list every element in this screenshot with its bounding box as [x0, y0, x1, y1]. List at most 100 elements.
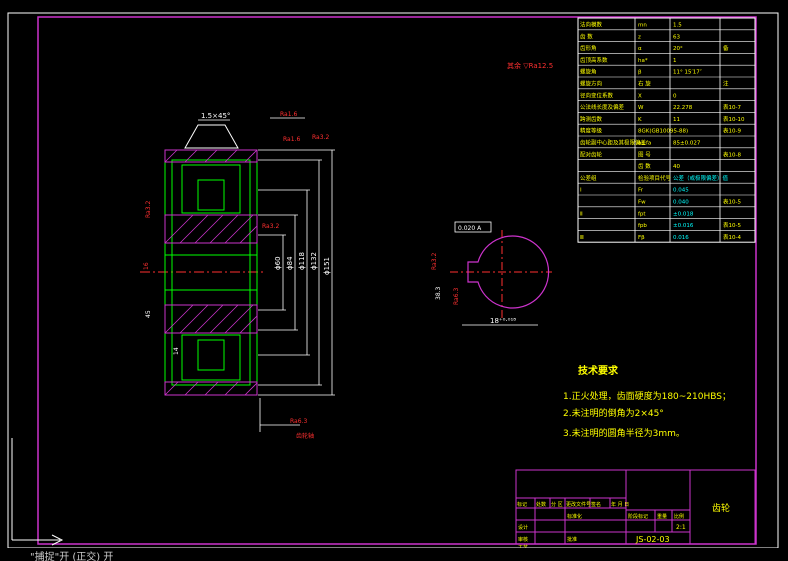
param-note-2: 表10-7	[723, 103, 741, 111]
param-cell-1-2: 63	[673, 34, 680, 40]
tb-label-std: 标准化	[567, 513, 582, 520]
dim-phi84: ϕ84	[286, 256, 294, 270]
hub-ra1: Ra3.2	[431, 253, 438, 270]
param-cell-14-0: Ⅰ	[580, 188, 582, 194]
tb-label-review: 审核	[518, 536, 528, 543]
roughness-bottom: Ra6.3	[290, 418, 307, 425]
roughness-top-left: Ra1.6	[283, 136, 300, 143]
param-cell-14-2: 0.045	[673, 188, 689, 194]
roughness-top: Ra1.6	[280, 111, 297, 118]
param-cell-6-2: 0	[673, 93, 677, 99]
param-cell-7-2: 22.278	[673, 105, 693, 111]
param-cell-9-1: 8GK(GB10095-88)	[638, 129, 688, 135]
gear-section-view: ϕ60 ϕ84 ϕ118 ϕ132 ϕ151 1.5×45° Ra1.6 Ra1…	[140, 111, 335, 440]
param-note-6: 表10-5	[723, 198, 741, 206]
dim-phi132: ϕ132	[310, 252, 318, 270]
ref-bottom-label: 齿轮轴	[296, 432, 314, 440]
param-cell-0-0: 法向模数	[580, 21, 603, 29]
tb-label-scale: 比例	[674, 513, 684, 520]
param-note-0: 备	[723, 44, 729, 52]
tech-req-item-2: 2.未注明的倒角为2×45°	[563, 407, 664, 419]
cad-viewport[interactable]: ϕ60 ϕ84 ϕ118 ϕ132 ϕ151 1.5×45° Ra1.6 Ra1…	[0, 0, 788, 561]
param-cell-0-2: 1.5	[673, 23, 682, 29]
param-note-7: 表10-5	[723, 221, 741, 229]
tolerance-frame-text: 0.020 A	[458, 225, 482, 232]
roughness-left: Ra3.2	[145, 201, 152, 218]
dim-left-14: 14	[173, 347, 180, 355]
chamfer-label: 1.5×45°	[201, 112, 230, 120]
param-cell-3-2: 1	[673, 58, 677, 64]
drawing-canvas: ϕ60 ϕ84 ϕ118 ϕ132 ϕ151 1.5×45° Ra1.6 Ra1…	[7, 12, 779, 551]
param-cell-13-2: 公差（或极限偏差）值	[673, 174, 729, 182]
tech-req-item-3: 3.未注明的圆角半径为3mm。	[563, 427, 685, 439]
param-note-4: 表10-9	[723, 127, 741, 135]
tb-header-2: 分 区	[551, 501, 563, 508]
param-cell-10-0: 齿轮副中心距及其极限偏差	[580, 139, 647, 147]
dim-phi60: ϕ60	[274, 256, 282, 270]
dim-left-small: 16	[143, 262, 150, 270]
param-cell-6-1: X	[638, 93, 642, 99]
tb-label-approve: 批准	[567, 536, 577, 543]
dim-left-45: 45	[145, 310, 152, 318]
param-cell-15-1: Fw	[638, 200, 646, 206]
param-note-1: 注	[723, 80, 729, 88]
param-cell-16-1: fpt	[638, 211, 646, 217]
sheet-outer-border	[7, 12, 779, 549]
param-cell-1-0: 齿 数	[580, 32, 593, 40]
hub-dim-key: 38.3	[435, 286, 442, 300]
param-cell-10-1: a±fa	[638, 141, 651, 147]
param-cell-12-2: 40	[673, 164, 680, 170]
param-cell-13-1: 检验项目代号	[638, 174, 672, 182]
dim-phi118: ϕ118	[298, 252, 306, 270]
command-line[interactable]: X "捕捉"开 (正交) 开	[0, 548, 788, 561]
param-cell-4-1: β	[638, 70, 642, 76]
tech-req-title: 技术要求	[578, 364, 619, 377]
tech-req-item-1: 1.正火处理，齿面硬度为180~210HBS；	[563, 390, 731, 402]
param-cell-10-2: 85±0.027	[673, 141, 701, 147]
param-cell-2-2: 20°	[673, 46, 683, 52]
param-cell-5-0: 螺旋方向	[580, 80, 602, 88]
hub-ra2: Ra6.3	[453, 288, 460, 305]
param-cell-13-0: 公差组	[580, 174, 597, 182]
param-cell-14-1: Fr	[638, 188, 644, 194]
hub-end-view: 0.020 A 18⁺⁰·⁰¹⁸ Ra3.2 Ra6.3 38.3	[431, 221, 552, 326]
param-cell-4-2: 11° 15′17″	[673, 70, 702, 76]
param-cell-18-1: Fβ	[638, 235, 645, 241]
tb-drawing-no: JS-02-03	[635, 535, 670, 544]
param-note-5: 表10-8	[723, 150, 741, 158]
param-cell-18-2: 0.016	[673, 235, 689, 241]
param-cell-2-0: 齿形角	[580, 44, 597, 52]
param-cell-3-1: ha*	[638, 58, 648, 64]
param-cell-17-1: fpb	[638, 223, 647, 229]
tb-header-5: 年 月 日	[611, 501, 629, 508]
chamfer-outline	[184, 124, 239, 149]
hub-width-dim: 18⁺⁰·⁰¹⁸	[490, 317, 516, 325]
param-note-8: 表10-4	[723, 233, 741, 241]
tb-label-design: 设计	[518, 524, 528, 531]
param-cell-6-0: 径向变位系数	[580, 91, 614, 99]
tb-header-1: 处数	[536, 501, 546, 508]
param-cell-12-1: 齿 数	[638, 162, 651, 170]
param-cell-8-0: 跨测齿数	[580, 115, 603, 123]
param-cell-3-0: 齿顶高系数	[580, 56, 608, 64]
param-cell-2-1: α	[638, 46, 642, 52]
param-cell-11-1: 图 号	[638, 150, 651, 158]
param-note-3: 表10-10	[723, 115, 745, 123]
param-cell-17-2: ±0.016	[673, 223, 694, 229]
parameter-table: 法向模数 mn 1.5 齿 数 z 63 齿形角 α 20° 齿顶高系数 ha* 1 螺旋角 β 11° 1…	[577, 17, 756, 243]
param-cell-16-0: Ⅱ	[580, 211, 583, 217]
param-cell-18-0: Ⅲ	[580, 235, 584, 241]
sheet-frame	[37, 16, 757, 545]
param-cell-15-2: 0.040	[673, 200, 689, 206]
tb-label-stage: 阶段标记	[628, 513, 648, 520]
tb-scale-value: 2:1	[676, 524, 686, 531]
param-cell-8-2: 11	[673, 117, 680, 123]
roughness-mid: Ra3.2	[262, 223, 279, 230]
param-cell-5-1: 右 旋	[638, 80, 651, 88]
tb-header-3: 更改文件号	[566, 501, 591, 508]
command-status: "捕捉"开 (正交) 开	[30, 552, 114, 561]
roughness-top-right: Ra3.2	[312, 134, 329, 141]
tb-label-weight: 重量	[657, 513, 667, 520]
param-cell-7-0: 公法线长度及偏差	[580, 103, 625, 111]
tb-part-name: 齿轮	[712, 502, 730, 514]
